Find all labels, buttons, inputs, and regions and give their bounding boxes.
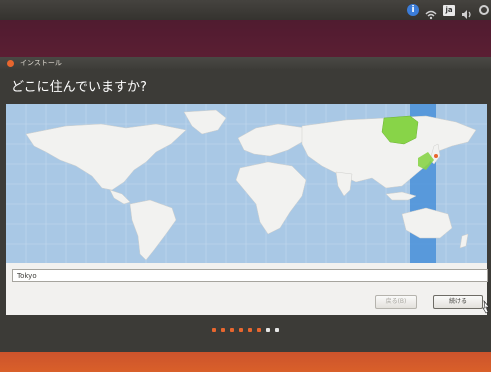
back-button[interactable]: 戻る(B) [375,295,417,309]
keyboard-layout-icon[interactable]: ja [443,4,455,16]
progress-dots [0,328,491,336]
settings-gear-icon[interactable] [479,5,489,15]
location-pin-icon [434,154,438,158]
location-panel: 戻る(B) 続ける [6,263,490,315]
volume-icon[interactable] [461,5,473,19]
window-titlebar: インストール [0,57,491,70]
continue-button[interactable]: 続ける [433,295,483,309]
window-title: インストール [20,59,62,67]
progress-step [221,328,225,332]
network-icon[interactable] [425,5,437,20]
progress-step [212,328,216,332]
mouse-cursor-icon [482,300,490,314]
progress-step [230,328,234,332]
progress-step [248,328,252,332]
installer-window: インストール どこに住んでいますか? Tokyo 戻る(B) 続ける [0,57,491,352]
page-heading: どこに住んでいますか? [11,80,147,95]
progress-step [239,328,243,332]
world-map-graphic [6,104,487,263]
system-tray: i ja [407,3,489,20]
progress-step [275,328,279,332]
progress-step [257,328,261,332]
top-panel: i ja [0,0,491,20]
accessibility-icon[interactable]: i [407,4,419,16]
progress-step [266,328,270,332]
timezone-map[interactable] [6,104,487,263]
city-input[interactable] [12,269,488,282]
close-window-icon[interactable] [7,60,14,67]
